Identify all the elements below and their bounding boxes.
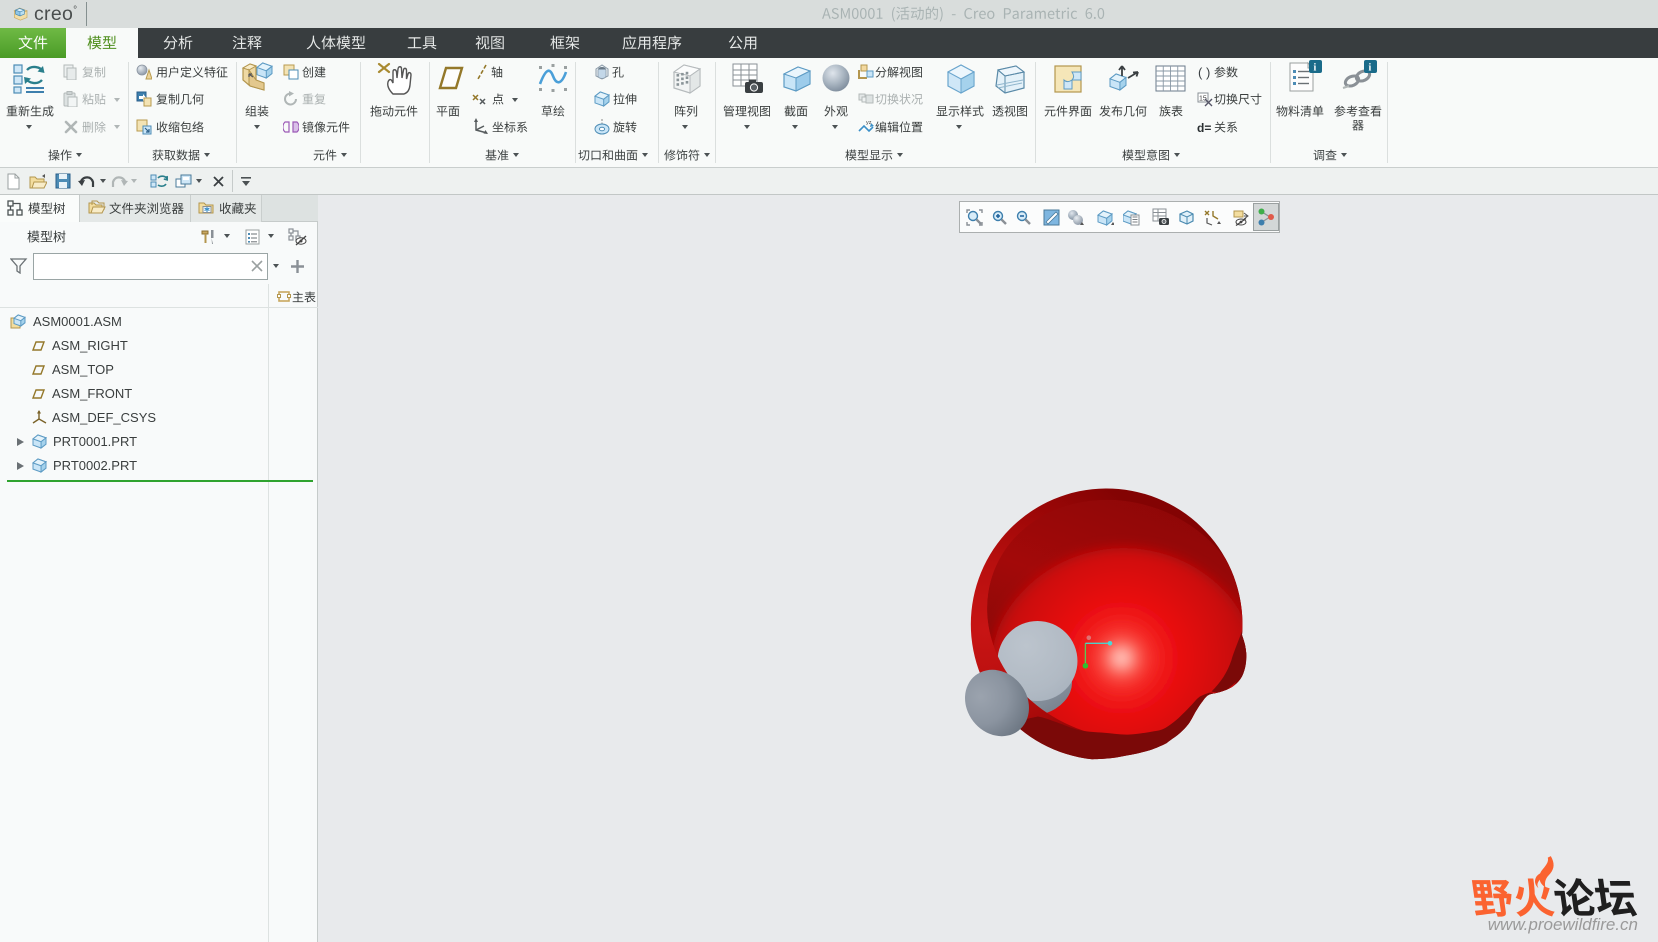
- svg-text:d=: d=: [1197, 121, 1211, 135]
- svg-text:i: i: [1314, 63, 1317, 74]
- svg-text:yz: yz: [866, 120, 872, 126]
- svg-text:( ): ( ): [1198, 65, 1210, 80]
- svg-text:i: i: [1369, 63, 1372, 74]
